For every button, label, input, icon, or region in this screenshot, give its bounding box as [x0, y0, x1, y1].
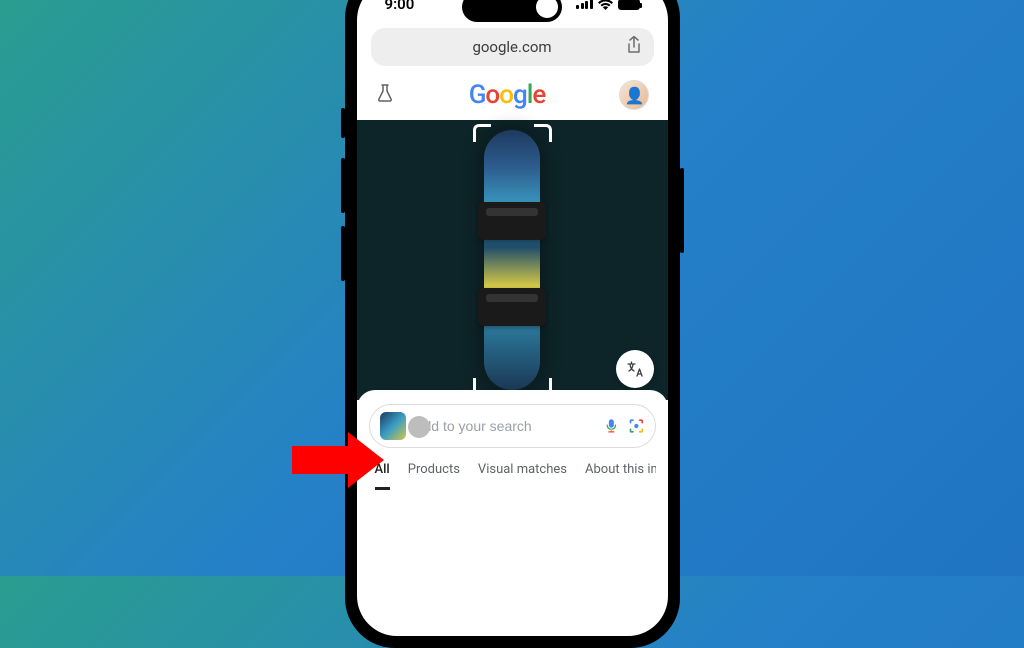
battery-icon: [618, 0, 640, 10]
signal-icon: [576, 0, 593, 9]
search-input[interactable]: [414, 418, 595, 434]
results-tabs: All Products Visual matches About this i…: [369, 448, 656, 490]
dynamic-island: [462, 0, 562, 22]
annotation-highlight-dot: [408, 416, 430, 438]
status-bar: 9:00: [357, 0, 668, 28]
google-header: Google 👤: [357, 74, 668, 120]
google-logo[interactable]: Google: [469, 80, 546, 110]
tab-visual-matches[interactable]: Visual matches: [478, 462, 567, 490]
lens-image-viewport[interactable]: [357, 120, 668, 400]
crop-handle-tl[interactable]: [473, 124, 491, 142]
tab-about-image[interactable]: About this image: [585, 462, 656, 490]
crop-handle-tr[interactable]: [534, 124, 552, 142]
browser-url-bar[interactable]: google.com: [371, 28, 654, 66]
share-icon[interactable]: [626, 36, 642, 58]
phone-frame: 9:00 google.com: [345, 0, 680, 648]
phone-screen: 9:00 google.com: [357, 0, 668, 636]
url-text: google.com: [472, 38, 551, 56]
tab-products[interactable]: Products: [408, 462, 460, 490]
results-sheet: All Products Visual matches About this i…: [357, 390, 668, 490]
status-icons: [576, 0, 640, 10]
mic-icon[interactable]: [603, 416, 620, 436]
subject-snowboard: [484, 130, 540, 390]
lens-icon[interactable]: [628, 416, 645, 436]
labs-icon[interactable]: [375, 83, 395, 107]
wifi-icon: [598, 0, 613, 10]
translate-button[interactable]: [616, 350, 654, 388]
status-time: 9:00: [385, 0, 415, 13]
account-avatar[interactable]: 👤: [619, 80, 649, 110]
lens-search-bar[interactable]: [369, 404, 656, 448]
annotation-arrow: [292, 432, 384, 488]
